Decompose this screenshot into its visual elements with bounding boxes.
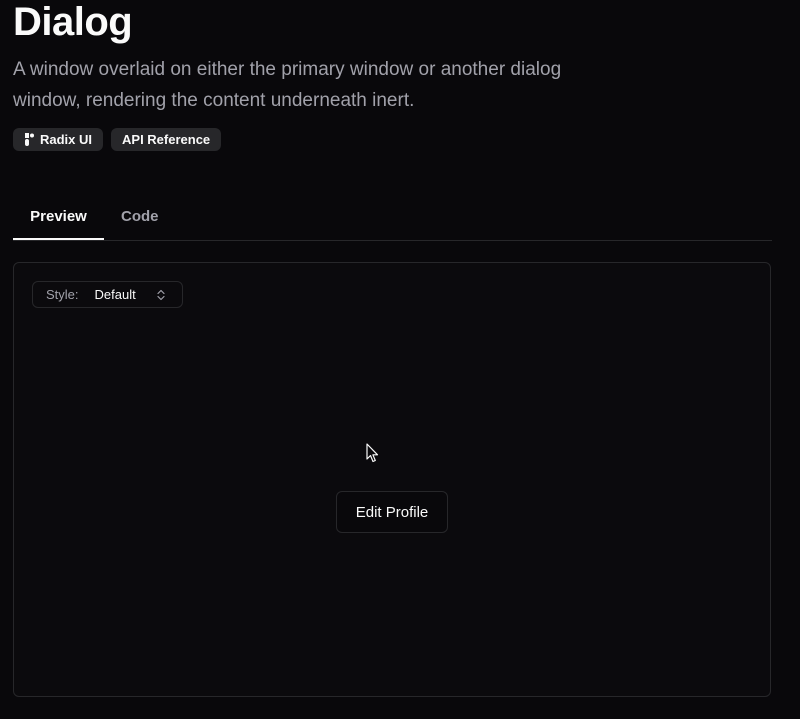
api-reference-link[interactable]: API Reference bbox=[111, 128, 222, 151]
badge-links: Radix UI API Reference bbox=[13, 128, 222, 151]
preview-panel: Style: Default Edit Profile bbox=[13, 262, 771, 697]
api-reference-link-label: API Reference bbox=[122, 132, 211, 147]
radix-ui-link[interactable]: Radix UI bbox=[13, 128, 104, 151]
chevron-up-down-icon bbox=[157, 289, 165, 301]
tab-code[interactable]: Code bbox=[121, 196, 159, 238]
page-description: A window overlaid on either the primary … bbox=[13, 59, 562, 111]
style-select[interactable]: Style: Default bbox=[32, 281, 183, 308]
component-docs-page: Dialog A window overlaid on either the p… bbox=[0, 0, 800, 719]
radix-ui-link-label: Radix UI bbox=[40, 132, 93, 147]
tab-preview[interactable]: Preview bbox=[13, 196, 104, 240]
style-select-value: Default bbox=[94, 287, 136, 302]
radix-icon bbox=[25, 133, 34, 146]
tab-bar: Preview Code bbox=[13, 196, 772, 241]
page-title: Dialog bbox=[13, 0, 133, 44]
edit-profile-button[interactable]: Edit Profile bbox=[336, 491, 448, 533]
style-select-label: Style: bbox=[46, 287, 79, 302]
mouse-pointer-icon bbox=[366, 443, 379, 463]
